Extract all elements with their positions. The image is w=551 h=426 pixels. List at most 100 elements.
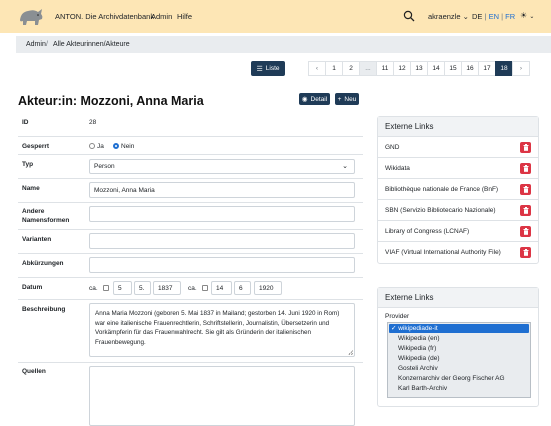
plus-icon: + (337, 95, 342, 103)
andere-label-line2: Namensformen (22, 217, 70, 224)
external-link-row: Bibliothèque nationale de France (BnF) (378, 179, 538, 200)
nav-help-link[interactable]: Hilfe (177, 12, 192, 21)
trash-icon (523, 249, 528, 256)
datum-from-day[interactable]: 5 (113, 281, 132, 295)
language-switcher: DE | EN | FR (472, 12, 515, 21)
provider-label: Provider (385, 313, 410, 320)
pagination-page[interactable]: 13 (410, 61, 428, 76)
external-link[interactable]: Bibliothèque nationale de France (BnF) (385, 186, 498, 193)
andere-label-line1: Andere (22, 208, 45, 215)
pagination-page[interactable]: 11 (376, 61, 394, 76)
external-link[interactable]: SBN (Servizio Bibliotecario Nazionale) (385, 207, 496, 214)
search-icon[interactable] (403, 10, 415, 22)
andere-namensformen-input[interactable] (89, 206, 355, 222)
pagination-page[interactable]: 16 (461, 61, 479, 76)
external-link[interactable]: GND (385, 144, 399, 151)
quellen-textarea[interactable] (89, 366, 355, 426)
breadcrumb-admin-link[interactable]: Admin (26, 41, 46, 48)
gesperrt-nein-label: Nein (121, 143, 135, 150)
lang-en-link[interactable]: EN (489, 12, 499, 21)
provider-option[interactable]: Wikipedia (en) (388, 334, 530, 344)
provider-option[interactable]: Konzernarchiv der Georg Fischer AG (388, 374, 530, 384)
datum-to-day[interactable]: 14 (211, 281, 232, 295)
name-input-value: Mozzoni, Anna Maria (94, 186, 155, 194)
pagination-page[interactable]: 12 (393, 61, 411, 76)
provider-option[interactable]: Karl Barth-Archiv (388, 384, 530, 394)
row-divider (18, 277, 363, 278)
lang-de-link[interactable]: DE (472, 12, 482, 21)
trash-icon (523, 227, 528, 235)
row-divider (18, 154, 363, 155)
nav-admin-link[interactable]: Admin (151, 12, 172, 21)
pagination-page[interactable]: 2 (342, 61, 360, 76)
typ-label: Typ (22, 161, 34, 168)
andere-namensformen-label: Andere Namensformen (22, 207, 69, 225)
row-divider (18, 229, 363, 230)
datum-to-year[interactable]: 1920 (254, 281, 282, 295)
resize-handle[interactable] (348, 350, 353, 355)
row-divider (18, 253, 363, 254)
list-button[interactable]: ☰ Liste (251, 61, 285, 76)
detail-button[interactable]: ◉ Detail (299, 93, 330, 105)
external-link-row: GND (378, 137, 538, 158)
sun-icon: ☀ (520, 11, 528, 20)
new-button[interactable]: + Neu (335, 93, 359, 105)
brand-link[interactable]: ANTON. Die Archivdatenbank (55, 12, 154, 21)
lang-fr-link[interactable]: FR (505, 12, 515, 21)
breadcrumb-separator: / (46, 41, 48, 48)
provider-dropdown[interactable]: ✓ wikipediade-it Wikipedia (en) Wikipedi… (387, 322, 531, 398)
provider-option[interactable]: Wikipedia (de) (388, 354, 530, 364)
name-label: Name (22, 185, 40, 192)
external-link[interactable]: Library of Congress (LCNAF) (385, 228, 469, 235)
datum-to-month[interactable]: 6 (234, 281, 251, 295)
datum-to-day-value: 14 (216, 284, 224, 292)
datum-to-month-value: 6 (239, 284, 243, 292)
pagination-page[interactable]: 17 (478, 61, 496, 76)
datum-from-ca-checkbox[interactable] (103, 285, 109, 291)
external-links-card: Externe Links GND Wikidata Bibliothèque … (377, 116, 539, 264)
row-divider (18, 178, 363, 179)
delete-button[interactable] (520, 183, 531, 195)
pagination-page[interactable]: 1 (325, 61, 343, 76)
datum-to-year-value: 1920 (259, 284, 274, 292)
external-link-row: VIAF (Virtual International Authority Fi… (378, 242, 538, 263)
beschreibung-textarea[interactable]: Anna Maria Mozzoni (geboren 5. Mai 1837 … (89, 303, 355, 357)
abkuerzungen-input[interactable] (89, 257, 355, 273)
datum-from-day-value: 5 (118, 284, 122, 292)
pagination-page[interactable]: 14 (427, 61, 445, 76)
datum-to-ca-label: ca. (188, 285, 197, 292)
external-link[interactable]: Wikidata (385, 165, 410, 172)
external-link[interactable]: VIAF (Virtual International Authority Fi… (385, 249, 501, 256)
datum-from-year[interactable]: 1837 (153, 281, 181, 295)
user-menu[interactable]: akraenzle ⌄ (428, 12, 469, 21)
provider-option[interactable]: Wikipedia (fr) (388, 344, 530, 354)
id-value: 28 (89, 119, 97, 126)
row-divider (18, 202, 363, 203)
pagination-prev[interactable]: ‹ (308, 61, 326, 76)
row-divider (18, 136, 363, 137)
rhino-logo-icon[interactable] (17, 3, 45, 29)
theme-toggle[interactable]: ☀ ⌄ (520, 11, 534, 20)
trash-icon (523, 185, 528, 193)
pagination-page[interactable]: 15 (444, 61, 462, 76)
delete-button[interactable] (520, 204, 531, 216)
delete-button[interactable] (520, 162, 531, 174)
list-icon: ☰ (256, 65, 263, 73)
provider-option-selected[interactable]: ✓ wikipediade-it (389, 324, 529, 333)
name-input[interactable]: Mozzoni, Anna Maria (89, 182, 355, 198)
gesperrt-nein-radio[interactable] (113, 143, 119, 149)
breadcrumb-current[interactable]: Alle Akteurinnen/Akteure (53, 41, 130, 48)
delete-button[interactable] (520, 141, 531, 153)
new-button-label: Neu (344, 95, 357, 103)
datum-from-month[interactable]: 5. (134, 281, 151, 295)
datum-to-ca-checkbox[interactable] (202, 285, 208, 291)
provider-option[interactable]: Gosteli Archiv (388, 364, 530, 374)
typ-select[interactable]: Person ⌄ (89, 159, 355, 174)
gesperrt-ja-radio[interactable] (89, 143, 95, 149)
pagination-next[interactable]: › (512, 61, 530, 76)
chevron-down-icon: ⌄ (342, 163, 348, 170)
delete-button[interactable] (520, 247, 531, 258)
varianten-input[interactable] (89, 233, 355, 249)
pagination-page-active[interactable]: 18 (495, 61, 513, 76)
delete-button[interactable] (520, 225, 531, 237)
